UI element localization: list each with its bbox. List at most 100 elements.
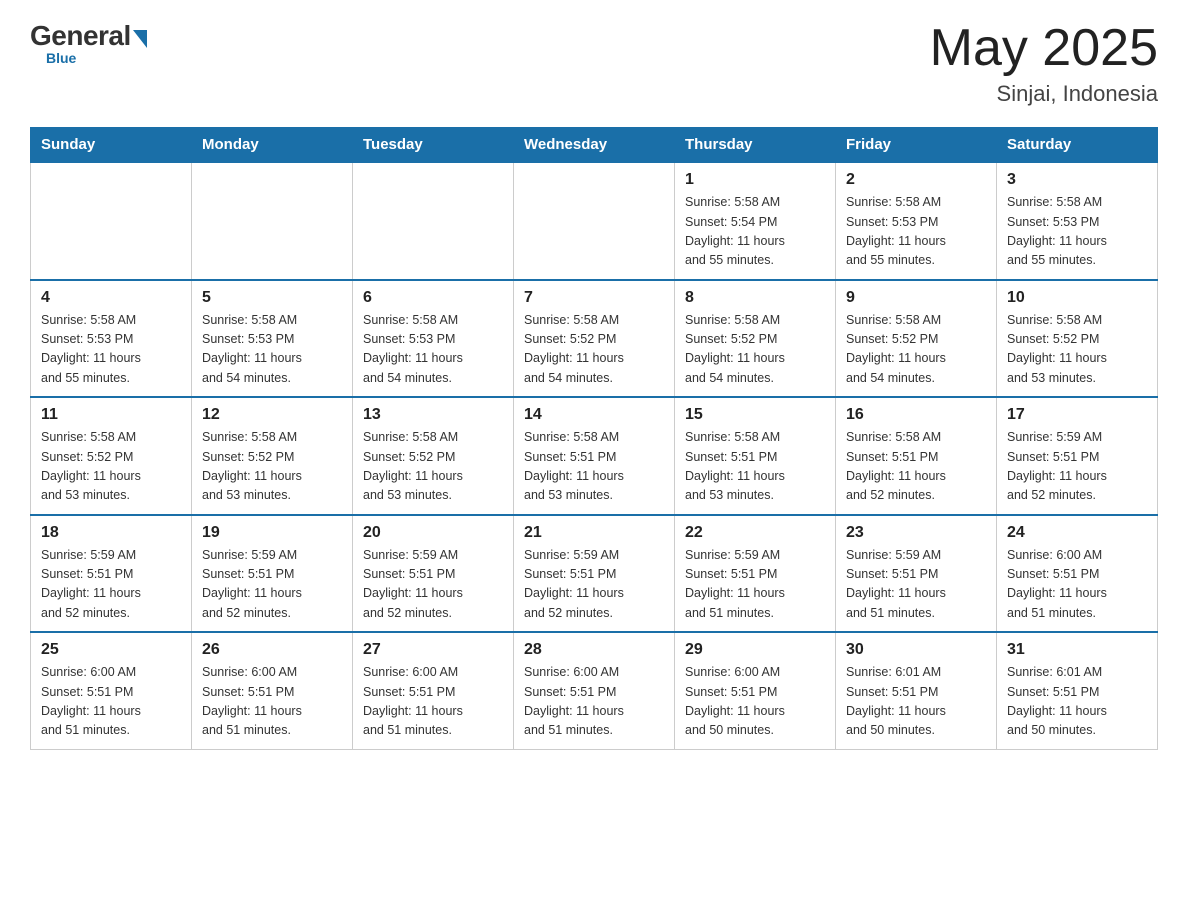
day-info: Sunrise: 5:58 AMSunset: 5:52 PMDaylight:… bbox=[1007, 311, 1147, 389]
table-row bbox=[31, 162, 192, 280]
day-number: 4 bbox=[41, 289, 181, 307]
table-row: 4 Sunrise: 5:58 AMSunset: 5:53 PMDaylight… bbox=[31, 280, 192, 398]
day-info: Sunrise: 5:59 AMSunset: 5:51 PMDaylight:… bbox=[685, 546, 825, 624]
day-number: 25 bbox=[41, 641, 181, 659]
calendar-week-row: 11 Sunrise: 5:58 AMSunset: 5:52 PMDayligh… bbox=[31, 397, 1158, 515]
table-row: 27 Sunrise: 6:00 AMSunset: 5:51 PMDayligh… bbox=[353, 632, 514, 749]
logo-general-text: General bbox=[30, 20, 131, 52]
table-row: 17 Sunrise: 5:59 AMSunset: 5:51 PMDayligh… bbox=[997, 397, 1158, 515]
day-number: 18 bbox=[41, 524, 181, 542]
table-row bbox=[192, 162, 353, 280]
table-row: 21 Sunrise: 5:59 AMSunset: 5:51 PMDayligh… bbox=[514, 515, 675, 633]
day-info: Sunrise: 6:00 AMSunset: 5:51 PMDaylight:… bbox=[1007, 546, 1147, 624]
calendar-week-row: 25 Sunrise: 6:00 AMSunset: 5:51 PMDayligh… bbox=[31, 632, 1158, 749]
col-header-monday: Monday bbox=[192, 128, 353, 163]
col-header-friday: Friday bbox=[836, 128, 997, 163]
day-number: 6 bbox=[363, 289, 503, 307]
table-row: 15Sunrise: 5:58 AMSunset: 5:51 PMDayligh… bbox=[675, 397, 836, 515]
day-number: 24 bbox=[1007, 524, 1147, 542]
table-row: 9 Sunrise: 5:58 AMSunset: 5:52 PMDaylight… bbox=[836, 280, 997, 398]
day-number: 19 bbox=[202, 524, 342, 542]
table-row: 28Sunrise: 6:00 AMSunset: 5:51 PMDayligh… bbox=[514, 632, 675, 749]
day-number: 13 bbox=[363, 406, 503, 424]
day-info: Sunrise: 5:58 AMSunset: 5:53 PMDaylight:… bbox=[846, 193, 986, 271]
day-number: 3 bbox=[1007, 171, 1147, 189]
day-number: 12 bbox=[202, 406, 342, 424]
month-year-title: May 2025 bbox=[930, 20, 1158, 77]
table-row: 26Sunrise: 6:00 AMSunset: 5:51 PMDayligh… bbox=[192, 632, 353, 749]
day-number: 11 bbox=[41, 406, 181, 424]
calendar-week-row: 1 Sunrise: 5:58 AMSunset: 5:54 PMDaylight… bbox=[31, 162, 1158, 280]
day-info: Sunrise: 5:58 AMSunset: 5:53 PMDaylight:… bbox=[363, 311, 503, 389]
table-row: 23Sunrise: 5:59 AMSunset: 5:51 PMDayligh… bbox=[836, 515, 997, 633]
calendar-week-row: 4 Sunrise: 5:58 AMSunset: 5:53 PMDaylight… bbox=[31, 280, 1158, 398]
table-row: 29 Sunrise: 6:00 AMSunset: 5:51 PMDayligh… bbox=[675, 632, 836, 749]
day-info: Sunrise: 5:58 AMSunset: 5:53 PMDaylight:… bbox=[1007, 193, 1147, 271]
day-info: Sunrise: 5:59 AMSunset: 5:51 PMDaylight:… bbox=[1007, 428, 1147, 506]
table-row: 8 Sunrise: 5:58 AMSunset: 5:52 PMDaylight… bbox=[675, 280, 836, 398]
location-subtitle: Sinjai, Indonesia bbox=[930, 81, 1158, 107]
day-info: Sunrise: 5:59 AMSunset: 5:51 PMDaylight:… bbox=[202, 546, 342, 624]
table-row: 24 Sunrise: 6:00 AMSunset: 5:51 PMDayligh… bbox=[997, 515, 1158, 633]
day-number: 30 bbox=[846, 641, 986, 659]
table-row: 10 Sunrise: 5:58 AMSunset: 5:52 PMDayligh… bbox=[997, 280, 1158, 398]
day-info: Sunrise: 6:00 AMSunset: 5:51 PMDaylight:… bbox=[363, 663, 503, 741]
day-info: Sunrise: 5:59 AMSunset: 5:51 PMDaylight:… bbox=[363, 546, 503, 624]
day-info: Sunrise: 5:58 AMSunset: 5:52 PMDaylight:… bbox=[524, 311, 664, 389]
day-number: 21 bbox=[524, 524, 664, 542]
table-row: 12Sunrise: 5:58 AMSunset: 5:52 PMDayligh… bbox=[192, 397, 353, 515]
day-number: 29 bbox=[685, 641, 825, 659]
day-info: Sunrise: 5:58 AMSunset: 5:53 PMDaylight:… bbox=[202, 311, 342, 389]
day-number: 2 bbox=[846, 171, 986, 189]
day-number: 14 bbox=[524, 406, 664, 424]
table-row: 22Sunrise: 5:59 AMSunset: 5:51 PMDayligh… bbox=[675, 515, 836, 633]
day-info: Sunrise: 5:58 AMSunset: 5:51 PMDaylight:… bbox=[524, 428, 664, 506]
table-row: 16Sunrise: 5:58 AMSunset: 5:51 PMDayligh… bbox=[836, 397, 997, 515]
day-number: 26 bbox=[202, 641, 342, 659]
table-row: 14 Sunrise: 5:58 AMSunset: 5:51 PMDayligh… bbox=[514, 397, 675, 515]
day-number: 9 bbox=[846, 289, 986, 307]
calendar-table: Sunday Monday Tuesday Wednesday Thursday… bbox=[30, 127, 1158, 750]
page-header: General Blue May 2025 Sinjai, Indonesia bbox=[30, 20, 1158, 107]
table-row: 18Sunrise: 5:59 AMSunset: 5:51 PMDayligh… bbox=[31, 515, 192, 633]
day-info: Sunrise: 6:00 AMSunset: 5:51 PMDaylight:… bbox=[41, 663, 181, 741]
table-row: 30Sunrise: 6:01 AMSunset: 5:51 PMDayligh… bbox=[836, 632, 997, 749]
day-number: 10 bbox=[1007, 289, 1147, 307]
day-info: Sunrise: 6:00 AMSunset: 5:51 PMDaylight:… bbox=[685, 663, 825, 741]
day-number: 1 bbox=[685, 171, 825, 189]
day-number: 5 bbox=[202, 289, 342, 307]
day-info: Sunrise: 5:58 AMSunset: 5:52 PMDaylight:… bbox=[685, 311, 825, 389]
day-info: Sunrise: 5:58 AMSunset: 5:52 PMDaylight:… bbox=[363, 428, 503, 506]
logo-blue-text: Blue bbox=[46, 50, 76, 66]
day-info: Sunrise: 5:58 AMSunset: 5:53 PMDaylight:… bbox=[41, 311, 181, 389]
table-row bbox=[514, 162, 675, 280]
logo-arrow-icon bbox=[133, 30, 147, 48]
day-number: 8 bbox=[685, 289, 825, 307]
col-header-saturday: Saturday bbox=[997, 128, 1158, 163]
calendar-header-row: Sunday Monday Tuesday Wednesday Thursday… bbox=[31, 128, 1158, 163]
table-row: 6 Sunrise: 5:58 AMSunset: 5:53 PMDaylight… bbox=[353, 280, 514, 398]
title-block: May 2025 Sinjai, Indonesia bbox=[930, 20, 1158, 107]
table-row: 2 Sunrise: 5:58 AMSunset: 5:53 PMDaylight… bbox=[836, 162, 997, 280]
table-row: 11 Sunrise: 5:58 AMSunset: 5:52 PMDayligh… bbox=[31, 397, 192, 515]
day-number: 28 bbox=[524, 641, 664, 659]
col-header-sunday: Sunday bbox=[31, 128, 192, 163]
day-info: Sunrise: 5:58 AMSunset: 5:52 PMDaylight:… bbox=[41, 428, 181, 506]
day-info: Sunrise: 5:58 AMSunset: 5:51 PMDaylight:… bbox=[685, 428, 825, 506]
day-info: Sunrise: 5:59 AMSunset: 5:51 PMDaylight:… bbox=[524, 546, 664, 624]
day-number: 23 bbox=[846, 524, 986, 542]
day-number: 27 bbox=[363, 641, 503, 659]
col-header-tuesday: Tuesday bbox=[353, 128, 514, 163]
day-info: Sunrise: 5:58 AMSunset: 5:54 PMDaylight:… bbox=[685, 193, 825, 271]
col-header-thursday: Thursday bbox=[675, 128, 836, 163]
day-info: Sunrise: 5:58 AMSunset: 5:51 PMDaylight:… bbox=[846, 428, 986, 506]
day-number: 17 bbox=[1007, 406, 1147, 424]
col-header-wednesday: Wednesday bbox=[514, 128, 675, 163]
calendar-week-row: 18 Sunrise: 5:59 AMSunset: 5:51 PMDayligh… bbox=[31, 515, 1158, 633]
table-row bbox=[353, 162, 514, 280]
day-info: Sunrise: 5:58 AMSunset: 5:52 PMDaylight:… bbox=[846, 311, 986, 389]
table-row: 31 Sunrise: 6:01 AMSunset: 5:51 PMDayligh… bbox=[997, 632, 1158, 749]
day-number: 31 bbox=[1007, 641, 1147, 659]
table-row: 1 Sunrise: 5:58 AMSunset: 5:54 PMDaylight… bbox=[675, 162, 836, 280]
day-info: Sunrise: 6:01 AMSunset: 5:51 PMDaylight:… bbox=[1007, 663, 1147, 741]
